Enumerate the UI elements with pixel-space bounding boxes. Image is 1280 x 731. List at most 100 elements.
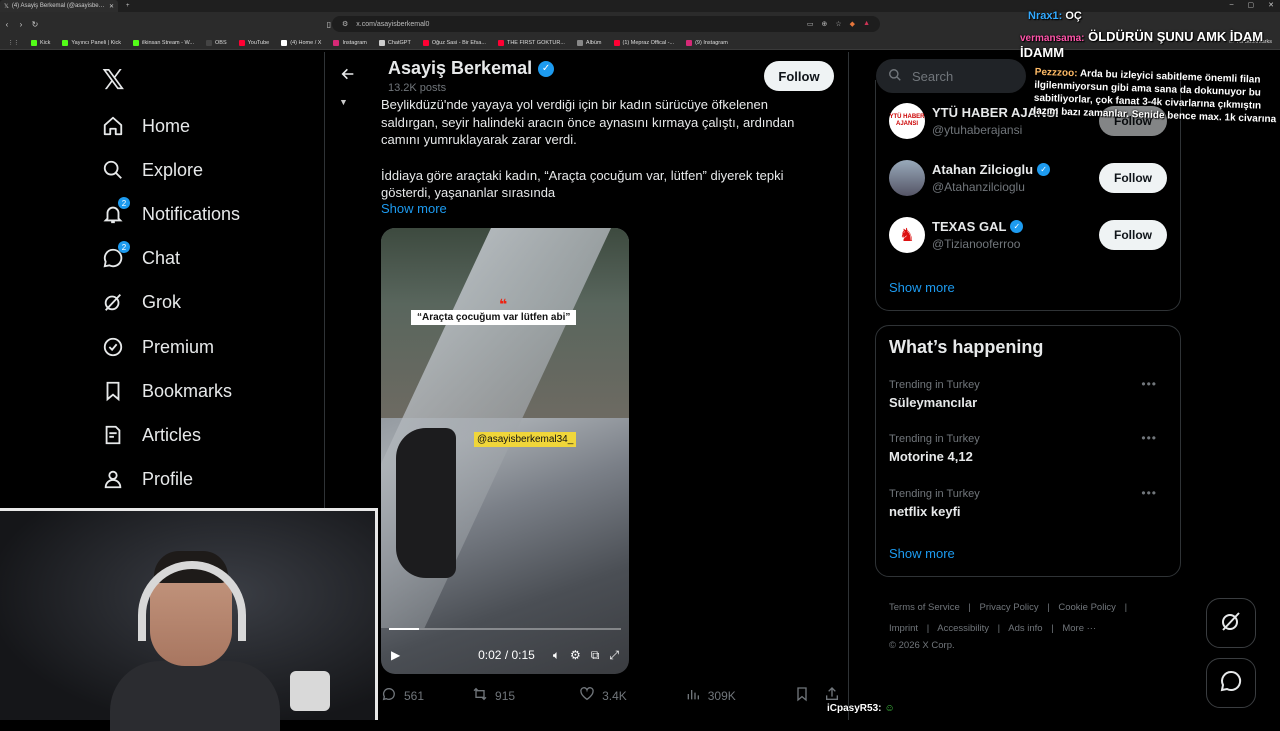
footer-link[interactable]: More ··· bbox=[1062, 623, 1096, 634]
sidebar-item-label: Home bbox=[142, 115, 191, 136]
repost-button[interactable]: 915 bbox=[472, 686, 515, 705]
settings-icon[interactable]: ⚙ bbox=[570, 648, 581, 662]
bookmark-item[interactable]: OBS bbox=[206, 39, 227, 46]
star-icon[interactable]: ☆ bbox=[835, 20, 841, 28]
trend-context: Trending in Turkey bbox=[889, 433, 980, 445]
bookmark-item[interactable]: (9) Instagram bbox=[686, 39, 728, 46]
play-icon[interactable]: ▶ bbox=[391, 648, 400, 662]
notification-count-badge: 2 bbox=[118, 197, 130, 209]
more-options-icon[interactable]: ••• bbox=[1141, 377, 1157, 391]
apps-icon[interactable]: ⋮⋮ bbox=[8, 40, 19, 46]
shield-icon[interactable]: ◆ bbox=[850, 20, 855, 28]
close-tab-icon[interactable]: ✕ bbox=[109, 3, 114, 10]
articles-icon bbox=[100, 422, 126, 448]
footer-link[interactable]: Ads info bbox=[1008, 623, 1042, 634]
chat-username: Nrax1: bbox=[1028, 10, 1063, 22]
trend-item[interactable]: Trending in Turkey Motorine 4,12 ••• bbox=[889, 431, 1169, 464]
bookmark-item[interactable]: THE FIRST GOKTUR... bbox=[497, 39, 565, 46]
fullscreen-icon[interactable]: ⤢ bbox=[609, 648, 619, 663]
who-to-follow-show-more[interactable]: Show more bbox=[889, 280, 955, 295]
sidebar-item-articles[interactable]: Articles bbox=[100, 420, 201, 450]
cast-icon[interactable]: ▭ bbox=[807, 20, 814, 28]
site-info-icon[interactable]: ⚙ bbox=[342, 20, 348, 28]
analytics-icon bbox=[685, 686, 701, 705]
sidebar-item-profile[interactable]: Profile bbox=[100, 464, 193, 494]
browser-tab[interactable]: 𝕏 (4) Asayiş Berkemal (@asayisbe… ✕ bbox=[0, 0, 118, 12]
follow-suggestion[interactable]: ♞ TEXAS GAL ✓ @Tizianooferroo bbox=[889, 217, 1024, 253]
footer-link[interactable]: Imprint bbox=[889, 623, 918, 634]
user-name: Atahan Zilcioglu bbox=[932, 162, 1034, 177]
footer-separator: | bbox=[1047, 602, 1050, 613]
alert-username: iCpasyR53: bbox=[827, 703, 882, 714]
reload-icon[interactable]: ↻ bbox=[28, 20, 42, 29]
footer-link[interactable]: Terms of Service bbox=[889, 602, 960, 613]
trend-context: Trending in Turkey bbox=[889, 488, 980, 500]
video-progress-bar[interactable] bbox=[389, 628, 621, 630]
user-name: TEXAS GAL bbox=[932, 219, 1007, 234]
footer-separator: | bbox=[1124, 602, 1128, 613]
bookmark-item[interactable]: ChatGPT bbox=[378, 39, 411, 46]
chat-count-badge: 2 bbox=[118, 241, 130, 253]
follow-button[interactable]: Follow bbox=[1099, 220, 1167, 250]
tweet-video[interactable]: ❝ “Araçta çocuğum var lütfen abi” @asayi… bbox=[381, 228, 629, 674]
follow-suggestion[interactable]: Atahan Zilcioglu ✓ @Atahanzilcioglu bbox=[889, 160, 1051, 196]
follow-button[interactable]: Follow bbox=[764, 61, 834, 91]
sidebar-item-notifications[interactable]: 2 Notifications bbox=[100, 197, 240, 229]
sidebar-item-label: Chat bbox=[142, 247, 181, 268]
chat-username: vermansama: bbox=[1020, 33, 1085, 44]
forward-nav-icon[interactable]: › bbox=[14, 20, 28, 29]
trend-item[interactable]: Trending in Turkey Süleymancılar ••• bbox=[889, 377, 1169, 410]
x-logo-icon[interactable]: 𝕏 bbox=[102, 63, 125, 96]
trend-item[interactable]: Trending in Turkey netflix keyfi ••• bbox=[889, 486, 1169, 519]
bookmark-item[interactable]: (1) Mepraz Offical -... bbox=[613, 39, 674, 46]
back-nav-icon[interactable]: ‹ bbox=[0, 20, 14, 29]
trend-context: Trending in Turkey bbox=[889, 379, 980, 391]
grok-icon bbox=[100, 289, 126, 315]
footer-link[interactable]: Accessibility bbox=[937, 623, 989, 634]
footer-separator: | bbox=[1051, 623, 1054, 634]
pip-icon[interactable]: ⧉ bbox=[591, 648, 600, 663]
bookmark-button[interactable] bbox=[794, 686, 810, 705]
more-options-icon[interactable]: ••• bbox=[1141, 486, 1157, 500]
more-options-icon[interactable]: ••• bbox=[1141, 431, 1157, 445]
bookmark-item[interactable]: Instagram bbox=[333, 39, 367, 46]
video-progress-fill bbox=[389, 628, 420, 630]
chat-message: OÇ bbox=[1065, 10, 1082, 22]
column-divider bbox=[848, 52, 849, 720]
sidebar-item-grok[interactable]: Grok bbox=[100, 287, 181, 317]
sidebar-item-chat[interactable]: 2 Chat bbox=[100, 241, 181, 273]
zoom-icon[interactable]: ⊕ bbox=[822, 20, 828, 28]
bookmark-item[interactable]: ilkinsan Stream - W... bbox=[133, 39, 194, 46]
bookmark-icon bbox=[794, 686, 810, 705]
sidebar-item-bookmarks[interactable]: Bookmarks bbox=[100, 376, 232, 406]
footer-link[interactable]: Privacy Policy bbox=[980, 602, 1039, 613]
show-more-link[interactable]: Show more bbox=[381, 201, 447, 216]
bookmark-item[interactable]: YouTube bbox=[238, 39, 269, 46]
sidebar-item-premium[interactable]: Premium bbox=[100, 332, 214, 362]
sidebar-item-explore[interactable]: Explore bbox=[100, 155, 203, 185]
repost-icon bbox=[472, 686, 488, 705]
address-bar[interactable]: ⚙ x.com/asayisberkemal0 ▭ ⊕ ☆ ◆ ▲ bbox=[332, 16, 880, 32]
like-button[interactable]: 3.4K bbox=[579, 686, 627, 705]
bookmark-item[interactable]: Albüm bbox=[576, 39, 602, 46]
bookmark-item[interactable]: (4) Home / X bbox=[281, 39, 321, 46]
sidebar-item-home[interactable]: Home bbox=[100, 111, 190, 141]
grok-fab-button[interactable] bbox=[1206, 598, 1256, 648]
volume-icon[interactable]: 🔈︎ bbox=[553, 648, 560, 663]
reply-button[interactable]: 561 bbox=[381, 686, 424, 705]
rewards-icon[interactable]: ▲ bbox=[863, 20, 870, 28]
horse-avatar-icon: ♞ bbox=[889, 217, 925, 253]
bookmark-item[interactable]: Yayıncı Paneli | Kick bbox=[62, 39, 121, 46]
footer-link[interactable]: Cookie Policy bbox=[1058, 602, 1116, 613]
bookmark-item[interactable]: Kick bbox=[31, 39, 50, 46]
video-controls: ▶ 0:02 / 0:15 🔈︎ ⚙ ⧉ ⤢ bbox=[381, 642, 629, 668]
back-arrow-icon[interactable] bbox=[340, 66, 356, 87]
follow-button[interactable]: Follow bbox=[1099, 163, 1167, 193]
new-tab-button[interactable]: + bbox=[126, 3, 130, 9]
home-icon bbox=[100, 113, 126, 139]
views-button[interactable]: 309K bbox=[685, 686, 736, 705]
trends-show-more[interactable]: Show more bbox=[889, 546, 955, 561]
bookmark-item[interactable]: Oğuz Sasi - Bir Efsa... bbox=[422, 39, 486, 46]
trend-name: Süleymancılar bbox=[889, 395, 978, 410]
messages-fab-button[interactable] bbox=[1206, 658, 1256, 708]
